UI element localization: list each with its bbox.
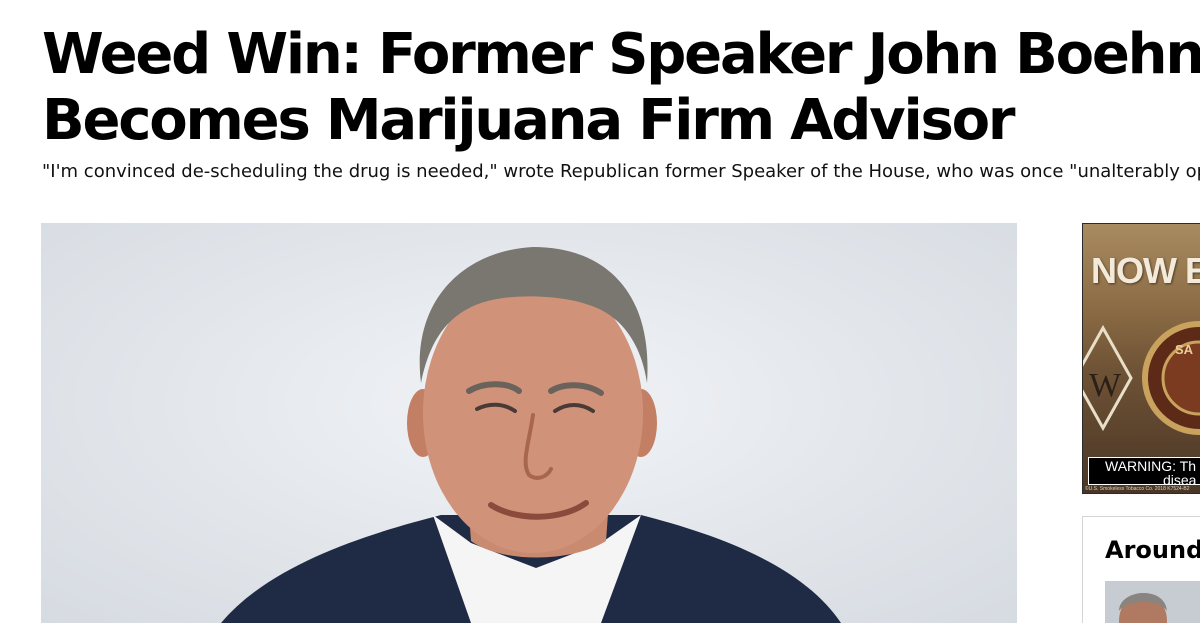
around-title: Around xyxy=(1105,536,1200,564)
hero-photo[interactable] xyxy=(41,223,1017,623)
hero-portrait-illustration xyxy=(221,247,841,623)
around-widget[interactable]: Around xyxy=(1082,516,1200,623)
sidebar-advertisement[interactable]: NOW EV W SA WARNING: Th disea ©U.S. Smok… xyxy=(1082,223,1200,494)
ad-fine-print: ©U.S. Smokeless Tobacco Co. 2018 K7524-B… xyxy=(1085,486,1190,492)
svg-text:SA: SA xyxy=(1175,342,1194,357)
svg-text:W: W xyxy=(1089,367,1122,404)
around-thumbnail[interactable] xyxy=(1105,581,1200,623)
ad-warning-line-2: disea xyxy=(1163,472,1197,485)
headline-line-2: Becomes Marijuana Firm Advisor xyxy=(42,88,1015,153)
article-headline: Weed Win: Former Speaker John Boehner Be… xyxy=(42,22,1200,154)
article-page: Weed Win: Former Speaker John Boehner Be… xyxy=(0,0,1200,623)
ad-headline: NOW EV xyxy=(1091,250,1200,291)
ad-warning-line-1: WARNING: Th xyxy=(1105,458,1197,474)
around-thumbnail-image xyxy=(1105,581,1200,623)
article-dek: "I'm convinced de-scheduling the drug is… xyxy=(42,161,1200,182)
ad-warning-box: WARNING: Th disea xyxy=(1088,457,1200,485)
ad-emblem-icon: W SA xyxy=(1083,321,1200,435)
headline-line-1: Weed Win: Former Speaker John Boehner xyxy=(42,22,1200,87)
